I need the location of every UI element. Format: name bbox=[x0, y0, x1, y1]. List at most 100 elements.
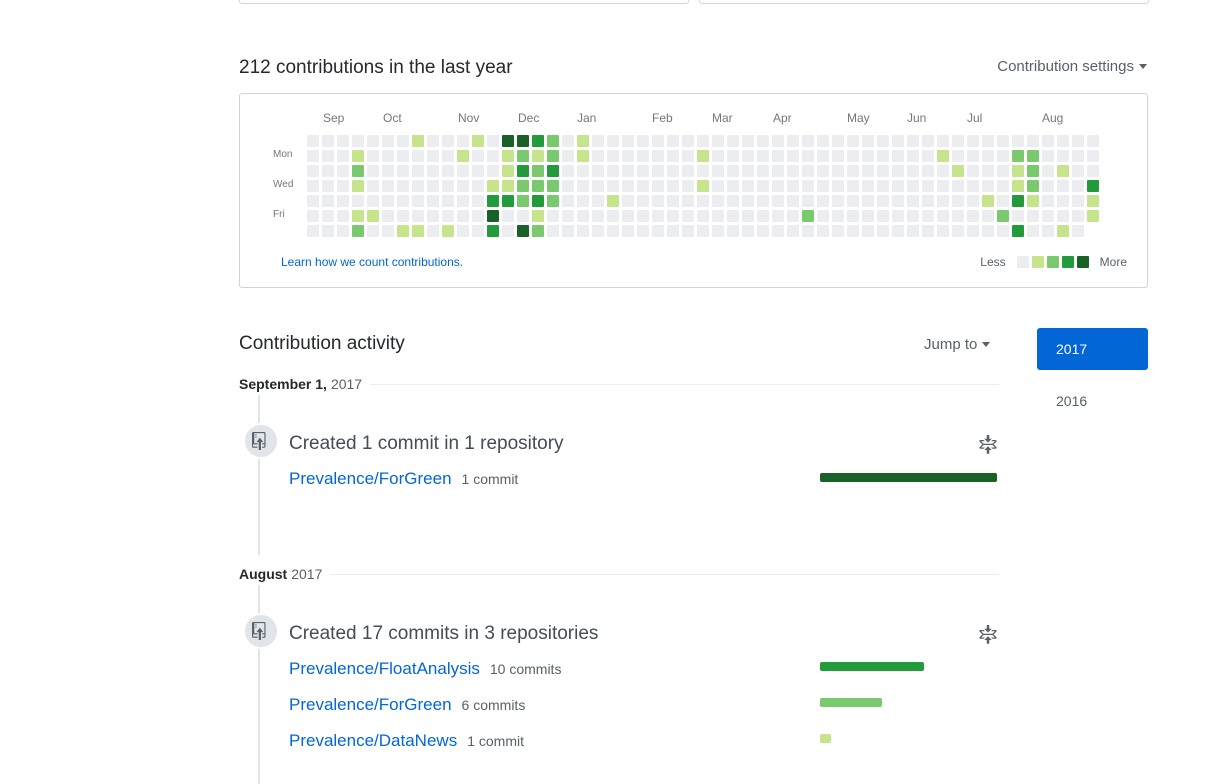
contribution-day-cell[interactable] bbox=[352, 225, 364, 237]
contribution-day-cell[interactable] bbox=[337, 225, 349, 237]
contribution-day-cell[interactable] bbox=[427, 210, 439, 222]
contribution-day-cell[interactable] bbox=[547, 135, 559, 147]
contribution-day-cell[interactable] bbox=[607, 225, 619, 237]
contribution-day-cell[interactable] bbox=[1087, 135, 1099, 147]
contribution-day-cell[interactable] bbox=[412, 180, 424, 192]
contribution-day-cell[interactable] bbox=[727, 165, 739, 177]
contribution-day-cell[interactable] bbox=[607, 165, 619, 177]
contribution-day-cell[interactable] bbox=[337, 180, 349, 192]
contribution-day-cell[interactable] bbox=[982, 210, 994, 222]
contribution-day-cell[interactable] bbox=[652, 195, 664, 207]
contribution-day-cell[interactable] bbox=[367, 180, 379, 192]
contribution-day-cell[interactable] bbox=[832, 225, 844, 237]
contribution-day-cell[interactable] bbox=[892, 225, 904, 237]
contribution-day-cell[interactable] bbox=[397, 210, 409, 222]
contribution-day-cell[interactable] bbox=[337, 135, 349, 147]
contribution-day-cell[interactable] bbox=[1042, 195, 1054, 207]
contribution-day-cell[interactable] bbox=[457, 225, 469, 237]
contribution-day-cell[interactable] bbox=[307, 195, 319, 207]
contribution-day-cell[interactable] bbox=[547, 150, 559, 162]
contribution-day-cell[interactable] bbox=[592, 225, 604, 237]
contribution-day-cell[interactable] bbox=[937, 165, 949, 177]
contribution-day-cell[interactable] bbox=[412, 225, 424, 237]
contribution-day-cell[interactable] bbox=[532, 180, 544, 192]
contribution-day-cell[interactable] bbox=[937, 180, 949, 192]
contribution-day-cell[interactable] bbox=[532, 225, 544, 237]
contribution-day-cell[interactable] bbox=[952, 225, 964, 237]
contribution-day-cell[interactable] bbox=[982, 135, 994, 147]
contribution-day-cell[interactable] bbox=[817, 165, 829, 177]
contribution-day-cell[interactable] bbox=[532, 135, 544, 147]
contribution-day-cell[interactable] bbox=[682, 150, 694, 162]
contribution-day-cell[interactable] bbox=[982, 225, 994, 237]
contribution-day-cell[interactable] bbox=[907, 150, 919, 162]
contribution-day-cell[interactable] bbox=[1057, 135, 1069, 147]
contribution-day-cell[interactable] bbox=[922, 180, 934, 192]
contribution-day-cell[interactable] bbox=[367, 165, 379, 177]
contribution-day-cell[interactable] bbox=[577, 210, 589, 222]
contribution-day-cell[interactable] bbox=[832, 150, 844, 162]
contribution-day-cell[interactable] bbox=[307, 180, 319, 192]
contribution-day-cell[interactable] bbox=[352, 135, 364, 147]
contribution-day-cell[interactable] bbox=[757, 135, 769, 147]
contribution-day-cell[interactable] bbox=[802, 165, 814, 177]
contribution-day-cell[interactable] bbox=[427, 180, 439, 192]
contribution-day-cell[interactable] bbox=[1042, 225, 1054, 237]
contribution-day-cell[interactable] bbox=[637, 225, 649, 237]
contribution-day-cell[interactable] bbox=[592, 165, 604, 177]
contribution-day-cell[interactable] bbox=[712, 165, 724, 177]
contribution-day-cell[interactable] bbox=[907, 180, 919, 192]
contribution-day-cell[interactable] bbox=[457, 150, 469, 162]
contribution-day-cell[interactable] bbox=[997, 165, 1009, 177]
contribution-day-cell[interactable] bbox=[817, 195, 829, 207]
contribution-day-cell[interactable] bbox=[712, 225, 724, 237]
contribution-day-cell[interactable] bbox=[442, 210, 454, 222]
contribution-day-cell[interactable] bbox=[667, 150, 679, 162]
contribution-day-cell[interactable] bbox=[1027, 165, 1039, 177]
contribution-day-cell[interactable] bbox=[697, 210, 709, 222]
contribution-day-cell[interactable] bbox=[772, 210, 784, 222]
contribution-day-cell[interactable] bbox=[892, 210, 904, 222]
contribution-day-cell[interactable] bbox=[682, 165, 694, 177]
contribution-day-cell[interactable] bbox=[667, 225, 679, 237]
contribution-day-cell[interactable] bbox=[427, 165, 439, 177]
contribution-day-cell[interactable] bbox=[877, 195, 889, 207]
contribution-day-cell[interactable] bbox=[412, 150, 424, 162]
contribution-day-cell[interactable] bbox=[367, 210, 379, 222]
contribution-day-cell[interactable] bbox=[982, 150, 994, 162]
contribution-day-cell[interactable] bbox=[472, 180, 484, 192]
contribution-day-cell[interactable] bbox=[877, 135, 889, 147]
contribution-day-cell[interactable] bbox=[472, 150, 484, 162]
contribution-day-cell[interactable] bbox=[742, 210, 754, 222]
contribution-day-cell[interactable] bbox=[907, 165, 919, 177]
contribution-day-cell[interactable] bbox=[862, 225, 874, 237]
contribution-day-cell[interactable] bbox=[877, 165, 889, 177]
contribution-day-cell[interactable] bbox=[667, 195, 679, 207]
contribution-day-cell[interactable] bbox=[772, 135, 784, 147]
contribution-day-cell[interactable] bbox=[832, 165, 844, 177]
contribution-day-cell[interactable] bbox=[517, 210, 529, 222]
contribution-day-cell[interactable] bbox=[697, 150, 709, 162]
contribution-day-cell[interactable] bbox=[547, 165, 559, 177]
contribution-day-cell[interactable] bbox=[457, 165, 469, 177]
contribution-day-cell[interactable] bbox=[1027, 210, 1039, 222]
contribution-day-cell[interactable] bbox=[532, 195, 544, 207]
contribution-day-cell[interactable] bbox=[862, 135, 874, 147]
contribution-day-cell[interactable] bbox=[757, 225, 769, 237]
jump-to-dropdown[interactable]: Jump to bbox=[924, 336, 991, 353]
contribution-day-cell[interactable] bbox=[802, 195, 814, 207]
contribution-day-cell[interactable] bbox=[337, 165, 349, 177]
contribution-day-cell[interactable] bbox=[922, 195, 934, 207]
contribution-day-cell[interactable] bbox=[787, 210, 799, 222]
contribution-day-cell[interactable] bbox=[592, 180, 604, 192]
contribution-day-cell[interactable] bbox=[892, 180, 904, 192]
contribution-day-cell[interactable] bbox=[712, 180, 724, 192]
contribution-day-cell[interactable] bbox=[682, 195, 694, 207]
contribution-day-cell[interactable] bbox=[457, 180, 469, 192]
contribution-day-cell[interactable] bbox=[562, 150, 574, 162]
contribution-day-cell[interactable] bbox=[667, 210, 679, 222]
contribution-day-cell[interactable] bbox=[817, 210, 829, 222]
contribution-day-cell[interactable] bbox=[1012, 210, 1024, 222]
contribution-day-cell[interactable] bbox=[592, 195, 604, 207]
contribution-day-cell[interactable] bbox=[307, 135, 319, 147]
